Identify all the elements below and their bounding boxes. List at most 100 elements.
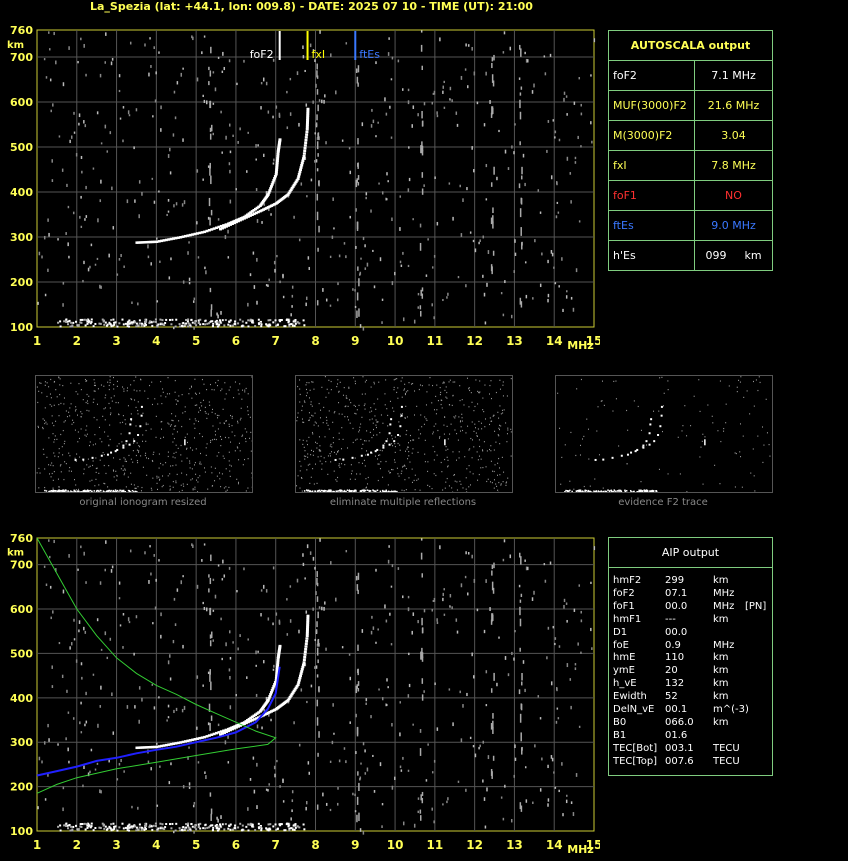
aip-unit: km xyxy=(713,575,729,586)
noise-streak xyxy=(356,796,359,805)
noise-speck xyxy=(282,800,285,803)
es-trace-point xyxy=(269,823,272,826)
thumb-noise xyxy=(346,397,348,399)
es-trace-point xyxy=(90,822,93,825)
es-trace-point xyxy=(229,828,232,831)
thumb-f-trace xyxy=(74,458,77,461)
es-trace-point xyxy=(159,827,162,830)
thumb-noise xyxy=(186,441,188,444)
thumb-noise xyxy=(241,435,243,437)
noise-speck xyxy=(273,765,276,770)
thumb-noise xyxy=(177,400,179,402)
thumb-noise xyxy=(330,380,332,383)
thumb-noise xyxy=(139,390,141,392)
noise-speck xyxy=(182,575,184,578)
noise-streak xyxy=(519,599,522,603)
noise-speck xyxy=(547,293,550,298)
thumb-noise xyxy=(296,420,298,422)
thumb-f-trace xyxy=(385,440,388,443)
thumb-noise xyxy=(461,413,463,415)
thumb-noise xyxy=(385,460,387,463)
thumb-noise xyxy=(427,470,429,473)
noise-speck xyxy=(432,600,435,603)
es-trace-point xyxy=(276,827,279,830)
thumb-noise xyxy=(735,452,737,455)
thumb-noise xyxy=(434,451,436,453)
noise-speck xyxy=(205,607,208,612)
es-trace-point xyxy=(175,822,178,825)
thumb-e-trace xyxy=(605,490,608,493)
thumb-noise xyxy=(223,487,225,489)
thumb-noise xyxy=(349,478,351,480)
noise-speck xyxy=(329,255,332,259)
noise-streak xyxy=(519,647,521,652)
noise-speck xyxy=(578,220,581,223)
thumb-noise xyxy=(99,438,101,440)
noise-speck xyxy=(341,646,344,649)
thumb-noise xyxy=(477,390,479,393)
thumb-e-trace xyxy=(608,490,611,492)
es-trace-point xyxy=(90,321,93,324)
thumb-noise xyxy=(478,473,480,476)
es-trace-point xyxy=(185,823,188,826)
thumb-e-trace xyxy=(48,490,50,493)
thumb-noise xyxy=(497,462,499,464)
thumb-noise xyxy=(49,403,51,406)
noise-speck xyxy=(590,581,592,584)
thumb-noise xyxy=(233,397,235,399)
es-trace-point xyxy=(140,324,143,327)
noise-speck xyxy=(411,124,413,128)
thumb-noise xyxy=(68,452,70,454)
x-trace-point xyxy=(306,625,310,629)
noise-speck xyxy=(270,213,272,216)
thumb-noise xyxy=(135,425,137,427)
noise-speck xyxy=(443,106,446,109)
thumb-noise xyxy=(490,450,492,452)
noise-speck xyxy=(85,215,88,218)
autoscala-label-5: ftEs xyxy=(609,211,695,241)
thumb-noise xyxy=(181,472,183,474)
thumb-noise xyxy=(497,474,499,476)
thumb-noise xyxy=(463,404,465,406)
noise-streak xyxy=(210,813,212,821)
thumb-noise xyxy=(452,381,454,383)
thumb-noise xyxy=(345,395,347,397)
aip-label: B0 xyxy=(613,716,627,728)
thumb-noise xyxy=(379,454,381,456)
thumb-noise xyxy=(103,385,105,387)
noise-speck xyxy=(80,37,82,41)
aip-unit: m^(-3) xyxy=(713,704,749,715)
thumb-noise xyxy=(58,415,60,417)
noise-speck xyxy=(49,48,51,51)
noise-speck xyxy=(566,663,569,668)
thumb-noise xyxy=(95,443,97,445)
aip-value: 00.0 xyxy=(665,600,688,612)
noise-speck xyxy=(467,85,469,89)
thumb-e-trace xyxy=(128,491,131,493)
es-trace-point xyxy=(170,827,173,830)
thumb-noise xyxy=(147,397,149,400)
thumb-noise xyxy=(77,441,79,443)
thumb-noise xyxy=(246,431,248,433)
thumb-noise xyxy=(309,417,311,419)
thumb-noise xyxy=(238,481,240,483)
noise-speck xyxy=(306,544,309,549)
o-trace-point xyxy=(275,161,279,165)
noise-speck xyxy=(137,806,139,810)
thumb-noise xyxy=(326,388,328,390)
thumb-noise xyxy=(411,468,413,470)
noise-speck xyxy=(433,316,435,320)
noise-streak xyxy=(209,607,211,616)
thumb-noise xyxy=(191,386,193,388)
noise-speck xyxy=(192,544,194,548)
thumb-noise xyxy=(458,451,460,453)
thumb-noise xyxy=(393,410,395,412)
es-trace-point xyxy=(249,318,252,321)
thumb-noise xyxy=(175,403,177,405)
noise-speck xyxy=(173,326,175,330)
noise-streak xyxy=(420,794,422,801)
thumb-noise xyxy=(338,390,340,392)
thumb-noise xyxy=(160,428,162,430)
noise-speck xyxy=(482,779,484,783)
thumb-noise xyxy=(182,483,184,485)
